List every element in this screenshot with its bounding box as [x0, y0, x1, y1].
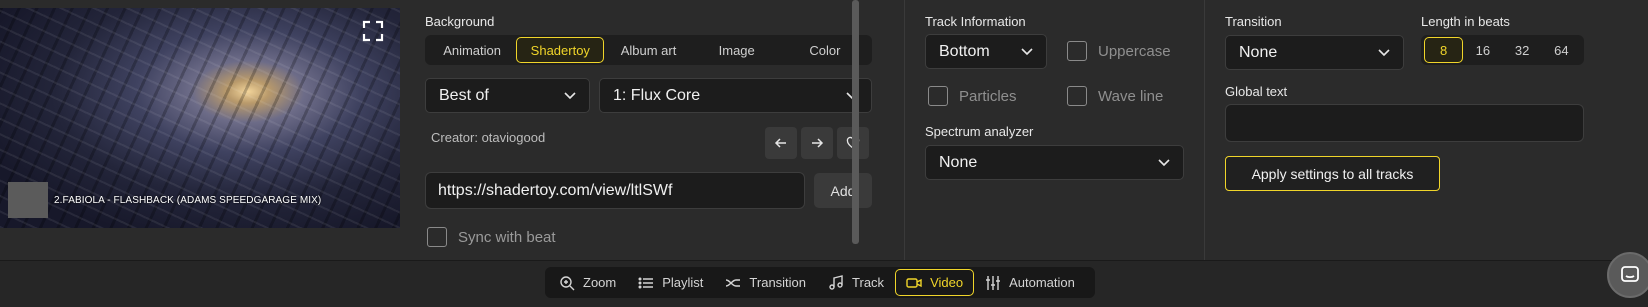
tab-zoom[interactable]: Zoom — [548, 269, 627, 296]
tab-automation-label: Automation — [1009, 275, 1075, 290]
bottom-toolbar: Zoom Playlist Transition Track Video Aut… — [0, 260, 1648, 307]
tab-shadertoy[interactable]: Shadertoy — [516, 37, 605, 63]
playlist-icon — [638, 277, 654, 288]
track-info-position-value: Bottom — [939, 42, 990, 60]
arrow-right-icon — [812, 138, 824, 148]
transition-select[interactable]: None — [1225, 35, 1404, 70]
shader-select[interactable]: 1: Flux Core — [599, 78, 872, 113]
particles-checkbox[interactable]: Particles — [928, 86, 1017, 106]
zoom-icon — [560, 275, 575, 290]
beats-64-option[interactable]: 64 — [1542, 37, 1581, 63]
global-text-input[interactable] — [1225, 104, 1584, 142]
scrollbar-thumb[interactable] — [852, 0, 859, 244]
tab-zoom-label: Zoom — [583, 275, 617, 290]
track-thumbnail — [8, 182, 48, 218]
shader-category-select[interactable]: Best of — [425, 78, 590, 113]
divider — [1204, 0, 1205, 260]
tab-video[interactable]: Video — [895, 269, 975, 296]
track-info-heading: Track Information — [925, 14, 1026, 29]
beats-32-option[interactable]: 32 — [1503, 37, 1542, 63]
previous-shader-button[interactable] — [765, 127, 797, 159]
spectrum-analyzer-select[interactable]: None — [925, 145, 1184, 180]
sync-with-beat-label: Sync with beat — [458, 228, 556, 246]
shader-value: 1: Flux Core — [613, 86, 701, 104]
tab-track-label: Track — [852, 275, 885, 290]
wave-line-checkbox[interactable]: Wave line — [1067, 86, 1163, 106]
music-note-icon — [829, 274, 843, 290]
uppercase-label: Uppercase — [1098, 42, 1171, 60]
next-shader-button[interactable] — [801, 127, 833, 159]
panel-tabs: Zoom Playlist Transition Track Video Aut… — [545, 267, 1095, 298]
beats-16-option[interactable]: 16 — [1463, 37, 1502, 63]
fullscreen-icon[interactable] — [362, 20, 384, 42]
particles-label: Particles — [959, 87, 1017, 105]
video-camera-icon — [906, 277, 922, 288]
chevron-down-icon — [1158, 158, 1170, 166]
tab-playlist[interactable]: Playlist — [627, 269, 714, 296]
checkbox-box[interactable] — [427, 227, 447, 247]
transition-heading: Transition — [1225, 14, 1282, 29]
divider — [904, 0, 905, 260]
chevron-down-icon — [564, 91, 576, 99]
beat-length-tabs: 8 16 32 64 — [1421, 35, 1584, 65]
shader-category-value: Best of — [439, 86, 489, 104]
sync-with-beat-checkbox[interactable]: Sync with beat — [427, 227, 556, 247]
checkbox-box[interactable] — [1067, 41, 1087, 61]
apply-to-all-tracks-button[interactable]: Apply settings to all tracks — [1225, 156, 1440, 191]
spectrum-analyzer-value: None — [939, 153, 978, 171]
background-heading: Background — [425, 14, 495, 29]
shader-creator: Creator: otaviogood — [431, 130, 546, 145]
arrow-left-icon — [774, 138, 786, 148]
uppercase-checkbox[interactable]: Uppercase — [1067, 41, 1171, 61]
spectrum-analyzer-heading: Spectrum analyzer — [925, 124, 1034, 139]
track-info-position-select[interactable]: Bottom — [925, 34, 1047, 69]
checkbox-box[interactable] — [1067, 86, 1087, 106]
tab-automation[interactable]: Automation — [974, 269, 1086, 296]
length-in-beats-heading: Length in beats — [1421, 14, 1510, 29]
add-shader-button[interactable]: Add — [814, 173, 872, 208]
tab-playlist-label: Playlist — [662, 275, 704, 290]
sliders-icon — [986, 275, 1001, 290]
tab-image[interactable]: Image — [693, 37, 781, 63]
tab-animation[interactable]: Animation — [428, 37, 516, 63]
wave-line-label: Wave line — [1098, 87, 1164, 105]
global-text-heading: Global text — [1225, 84, 1288, 99]
chat-support-button[interactable] — [1607, 252, 1648, 298]
tab-album-art[interactable]: Album art — [604, 37, 692, 63]
chat-icon — [1621, 266, 1639, 282]
video-preview: 2.FABIOLA - FLASHBACK (ADAMS SPEEDGARAGE… — [0, 8, 400, 228]
tab-video-label: Video — [930, 275, 964, 290]
tab-transition-label: Transition — [749, 275, 807, 290]
tab-track[interactable]: Track — [817, 269, 895, 296]
background-type-tabs: Animation Shadertoy Album art Image Colo… — [425, 35, 872, 65]
tab-transition[interactable]: Transition — [714, 269, 817, 296]
now-playing-label: 2.FABIOLA - FLASHBACK (ADAMS SPEEDGARAGE… — [54, 195, 322, 206]
beats-8-option[interactable]: 8 — [1424, 37, 1464, 63]
transition-value: None — [1239, 43, 1278, 61]
checkbox-box[interactable] — [928, 86, 948, 106]
transition-icon — [726, 278, 741, 287]
chevron-down-icon — [1021, 47, 1033, 55]
shadertoy-url-input[interactable] — [425, 172, 805, 209]
chevron-down-icon — [1378, 48, 1390, 56]
